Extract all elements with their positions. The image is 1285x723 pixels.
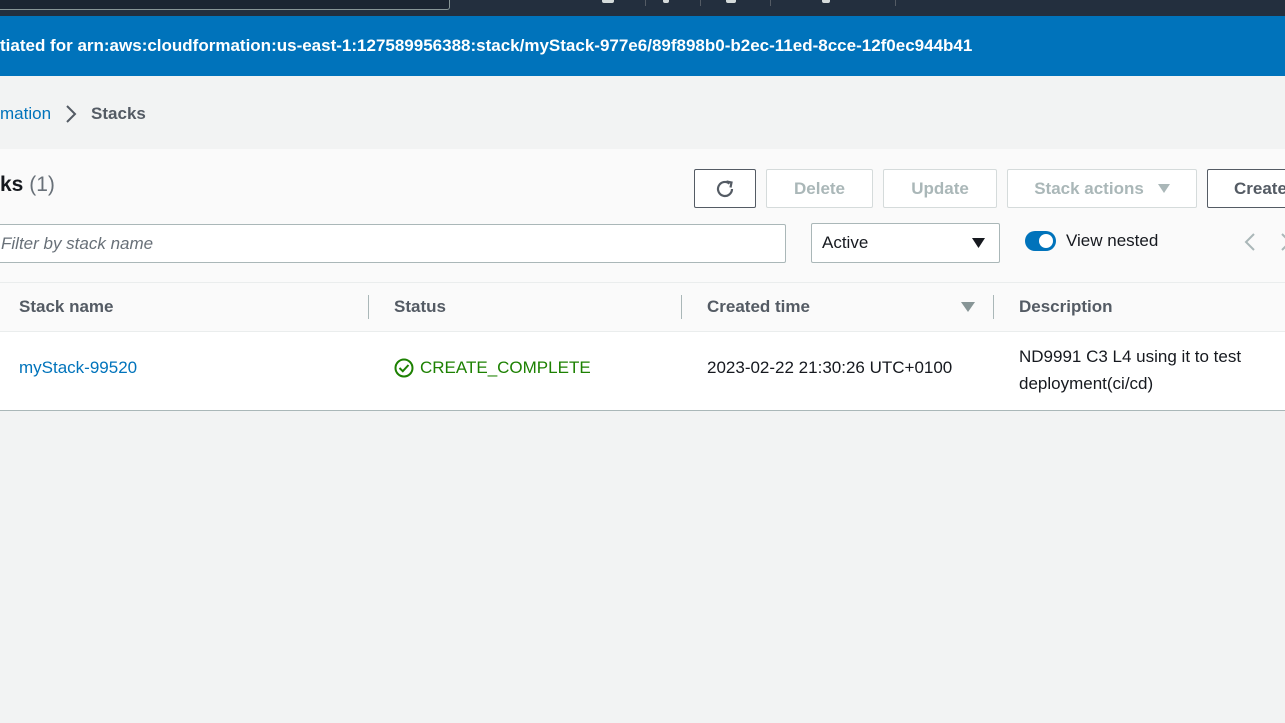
stack-actions-label: Stack actions — [1034, 178, 1144, 198]
status-filter-select[interactable]: Active — [811, 223, 1000, 263]
breadcrumb: mation Stacks — [0, 100, 146, 128]
page-title: ks (1) — [0, 173, 55, 197]
refresh-button[interactable] — [694, 169, 756, 208]
global-search-input[interactable] — [0, 0, 450, 10]
column-header-status[interactable]: Status — [394, 283, 446, 332]
chevron-left-icon[interactable] — [1244, 232, 1256, 257]
stack-count: (1) — [29, 173, 55, 196]
nav-divider — [700, 0, 701, 6]
region-selector[interactable] — [822, 0, 830, 3]
sort-down-icon[interactable] — [961, 302, 975, 313]
caret-down-icon — [972, 238, 985, 248]
column-resizer[interactable] — [681, 295, 682, 319]
create-stack-button[interactable]: Create — [1207, 169, 1285, 208]
breadcrumb-cloudformation-link[interactable]: mation — [0, 104, 51, 124]
breadcrumb-current-page: Stacks — [91, 104, 146, 123]
cloudshell-icon[interactable] — [602, 0, 614, 3]
table-row: myStack-99520 CREATE_COMPLETE 2023-02-22… — [0, 332, 1285, 410]
chevron-right-icon[interactable] — [1280, 232, 1285, 257]
page-title-text: ks — [0, 173, 24, 196]
status-cell: CREATE_COMPLETE — [394, 358, 591, 378]
panel-header: ks (1) Delete Update Stack actions Creat… — [0, 149, 1285, 283]
update-button[interactable]: Update — [883, 169, 997, 208]
nav-divider — [770, 0, 771, 6]
view-nested-label: View nested — [1066, 231, 1159, 250]
top-navigation-bar — [0, 0, 1285, 16]
column-header-description[interactable]: Description — [1019, 283, 1113, 332]
flash-notification: tiated for arn:aws:cloudformation:us-eas… — [0, 16, 1285, 76]
stacks-panel: ks (1) Delete Update Stack actions Creat… — [0, 149, 1285, 411]
chevron-right-icon — [51, 105, 91, 123]
column-header-created-time[interactable]: Created time — [707, 283, 810, 332]
column-resizer[interactable] — [368, 295, 369, 319]
status-text: CREATE_COMPLETE — [420, 358, 591, 377]
column-resizer[interactable] — [993, 295, 994, 319]
view-nested-toggle[interactable] — [1025, 231, 1056, 251]
nav-divider — [895, 0, 896, 6]
toggle-knob — [1039, 234, 1053, 248]
column-header-stack-name[interactable]: Stack name — [19, 283, 114, 332]
stack-name-filter-input[interactable] — [0, 224, 786, 263]
description-cell: ND9991 C3 L4 using it to test deployment… — [1019, 347, 1242, 393]
nav-divider — [645, 0, 646, 6]
flash-message: tiated for arn:aws:cloudformation:us-eas… — [0, 36, 973, 55]
status-filter-value: Active — [822, 233, 869, 252]
created-time-cell: 2023-02-22 21:30:26 UTC+0100 — [707, 358, 953, 377]
notifications-icon[interactable] — [663, 0, 669, 3]
stack-actions-button[interactable]: Stack actions — [1007, 169, 1197, 208]
table-header: Stack name Status Created time Descripti… — [0, 283, 1285, 332]
caret-down-icon — [1157, 183, 1170, 193]
stack-name-link[interactable]: myStack-99520 — [19, 358, 137, 378]
help-icon[interactable] — [726, 0, 736, 3]
check-circle-icon — [394, 358, 414, 378]
delete-button[interactable]: Delete — [766, 169, 873, 208]
refresh-icon — [716, 179, 734, 197]
